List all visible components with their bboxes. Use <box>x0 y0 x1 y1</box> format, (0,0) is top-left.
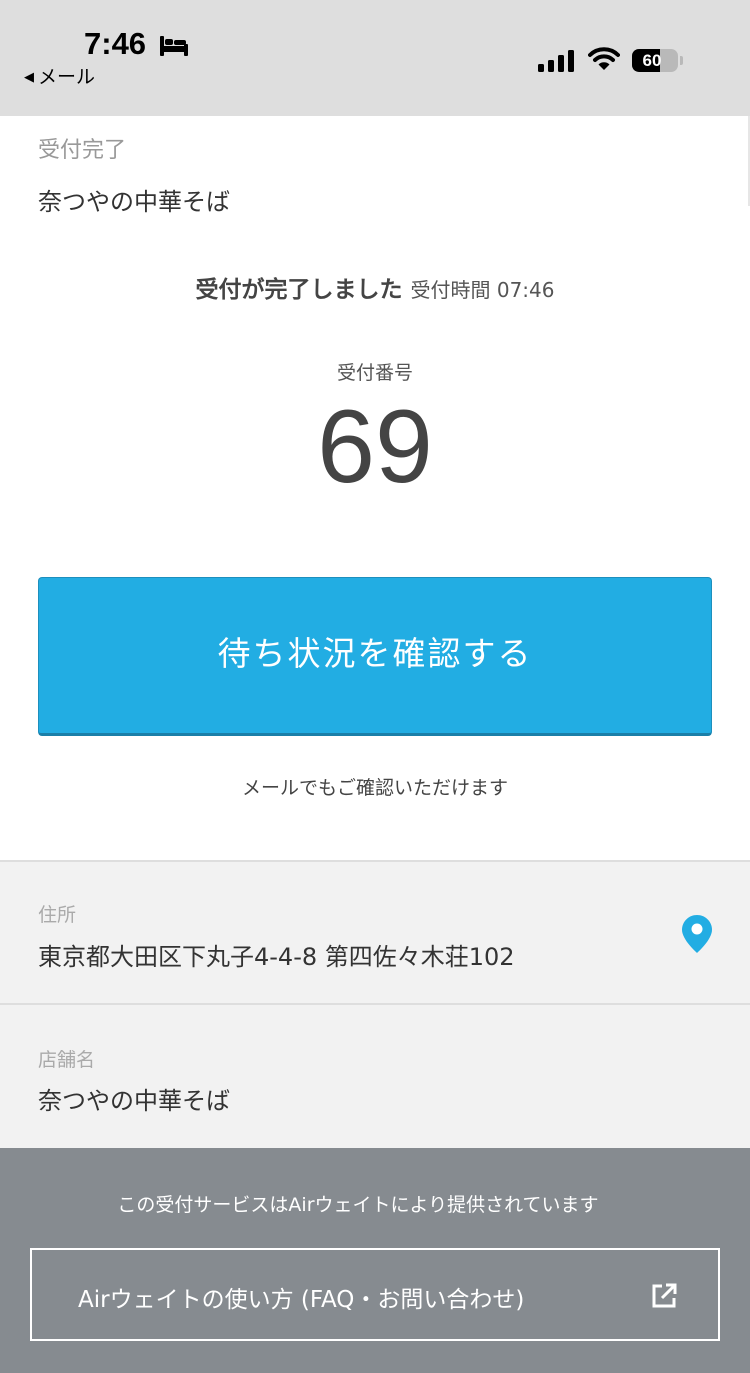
footer: この受付サービスはAirウェイトにより提供されています Airウェイトの使い方 … <box>0 1148 750 1373</box>
reception-number: 69 <box>317 389 433 505</box>
external-link-icon <box>650 1282 678 1314</box>
clock: 7:46 <box>84 26 147 61</box>
faq-link-label: Airウェイトの使い方 (FAQ・お問い合わせ) <box>78 1287 525 1313</box>
bed-icon <box>158 34 190 62</box>
address-row: 住所 東京都大田区下丸子4-4-8 第四佐々木荘102 <box>0 862 750 1005</box>
battery-cap <box>680 56 683 65</box>
check-wait-status-button[interactable]: 待ち状況を確認する <box>38 577 712 736</box>
status-bar: 7:46 ◀ メール 60 <box>0 0 750 116</box>
back-to-mail-link[interactable]: ◀ メール <box>24 62 95 89</box>
shop-name-value: 奈つやの中華そば <box>38 1087 230 1115</box>
check-wait-status-label: 待ち状況を確認する <box>217 634 533 673</box>
reservation-status: 受付完了 <box>38 138 127 163</box>
address-label: 住所 <box>38 904 77 926</box>
shop-info-section: 住所 東京都大田区下丸子4-4-8 第四佐々木荘102 店舗名 奈つやの中華そば <box>0 860 750 1148</box>
back-label: メール <box>38 66 96 88</box>
wifi-icon <box>588 46 620 76</box>
faq-link-button[interactable]: Airウェイトの使い方 (FAQ・お問い合わせ) <box>30 1248 720 1341</box>
reception-time: 受付時間 07:46 <box>410 278 555 302</box>
shop-name-label: 店舗名 <box>38 1049 96 1071</box>
map-pin-icon[interactable] <box>681 914 713 958</box>
header-shop-name: 奈つやの中華そば <box>38 188 230 216</box>
service-provider-note: この受付サービスはAirウェイトにより提供されています <box>117 1194 599 1216</box>
shop-name-row: 店舗名 奈つやの中華そば <box>0 1005 750 1148</box>
back-arrow-icon: ◀ <box>24 70 34 85</box>
mail-confirmation-note: メールでもご確認いただけます <box>241 777 508 799</box>
completion-title: 受付が完了しました <box>195 277 403 303</box>
reservation-header: 受付完了 奈つやの中華そば <box>0 116 750 216</box>
battery-icon: 60 <box>632 49 678 72</box>
battery-percent: 60 <box>642 51 662 70</box>
reception-number-label: 受付番号 <box>336 362 413 384</box>
completion-line: 受付が完了しました 受付時間 07:46 <box>0 270 750 304</box>
address-value: 東京都大田区下丸子4-4-8 第四佐々木荘102 <box>38 943 515 971</box>
signal-icon <box>538 50 574 76</box>
